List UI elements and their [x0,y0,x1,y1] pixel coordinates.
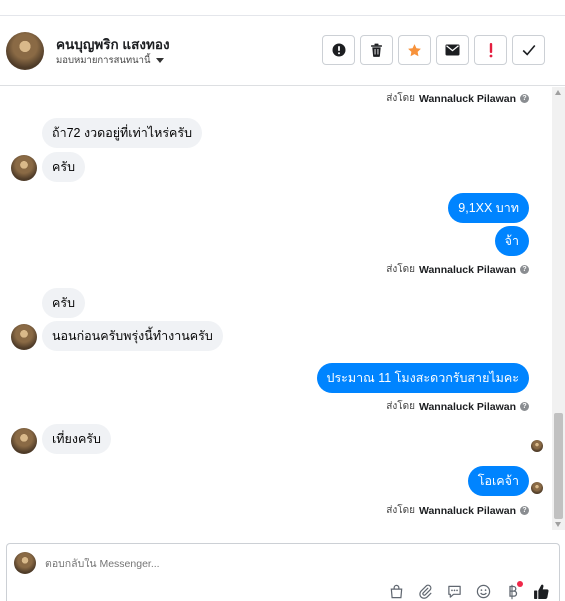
check-icon [522,44,535,56]
notification-dot [517,581,523,587]
scroll-up-icon[interactable] [555,90,561,95]
messenger-conversation: คนบุญพริก แสงทอง มอบหมายการสนทนานี้ ส่งโ… [0,0,565,601]
message-bubble[interactable]: 9,1XX บาท [448,193,529,223]
message-bubble[interactable]: เที่ยงครับ [42,424,111,454]
help-icon[interactable]: ? [520,506,529,515]
sent-by-label: ส่งโดย Wannaluck Pilawan ? [386,262,529,277]
spam-button[interactable] [322,35,355,65]
contact-avatar[interactable] [6,32,44,70]
mark-unread-button[interactable] [436,35,469,65]
reply-composer [6,543,560,601]
exclamation-circle-icon [332,43,345,57]
page-avatar [14,552,36,574]
message-bubble[interactable]: โอเคจ้า [467,466,529,496]
assign-label: มอบหมายการสนทนานี้ [56,55,151,66]
paperclip-icon[interactable] [416,582,435,601]
message-bubble[interactable]: ประมาณ 11 โมงสะดวกรับสายไมคะ [316,363,529,393]
sent-by-label: ส่งโดย Wannaluck Pilawan ? [386,91,529,106]
seen-avatar [531,440,543,452]
header-actions [322,35,545,65]
contact-avatar-small [11,428,37,454]
contact-avatar-small [11,324,37,350]
assign-conversation-dropdown[interactable]: มอบหมายการสนทนานี้ [56,53,164,68]
exclamation-icon [489,43,492,58]
help-icon[interactable]: ? [520,265,529,274]
sent-by-label: ส่งโดย Wannaluck Pilawan ? [386,399,529,414]
message-bubble[interactable]: ครับ [42,152,86,182]
star-icon [408,43,421,56]
follow-up-button[interactable] [398,35,431,65]
conversation-header: คนบุญพริก แสงทอง มอบหมายการสนทนานี้ [0,16,565,86]
message-bubble[interactable]: จ้า [494,226,529,256]
top-bar [0,0,565,16]
important-button[interactable] [474,35,507,65]
message-bubble[interactable]: ถ้า72 งวดอยู่ที่เท่าไหร่ครับ [42,118,203,148]
contact-name[interactable]: คนบุญพริก แสงทอง [56,33,170,55]
thumbs-up-icon[interactable] [532,582,551,601]
mark-done-button[interactable] [512,35,545,65]
emoji-icon[interactable] [474,582,493,601]
seen-avatar [531,482,543,494]
scrollbar-thumb[interactable] [554,413,563,519]
delete-button[interactable] [360,35,393,65]
sent-by-label: ส่งโดย Wannaluck Pilawan ? [386,503,529,518]
reply-input[interactable] [45,558,345,570]
bag-icon[interactable] [387,582,406,601]
envelope-icon [445,44,460,56]
composer-tools [387,581,551,601]
trash-icon [371,43,382,57]
saved-reply-icon[interactable] [445,582,464,601]
contact-avatar-small [11,155,37,181]
message-thread[interactable]: ส่งโดย Wannaluck Pilawan ? ถ้า72 งวดอยู่… [0,87,552,530]
thread-scrollbar[interactable] [552,87,565,530]
scroll-down-icon[interactable] [555,522,561,527]
message-bubble[interactable]: ครับ [42,288,86,318]
payment-icon[interactable] [503,581,523,601]
help-icon[interactable]: ? [520,94,529,103]
help-icon[interactable]: ? [520,402,529,411]
message-bubble[interactable]: นอนก่อนครับพรุ่งนี้ทำงานครับ [42,321,223,351]
caret-down-icon [155,58,164,63]
